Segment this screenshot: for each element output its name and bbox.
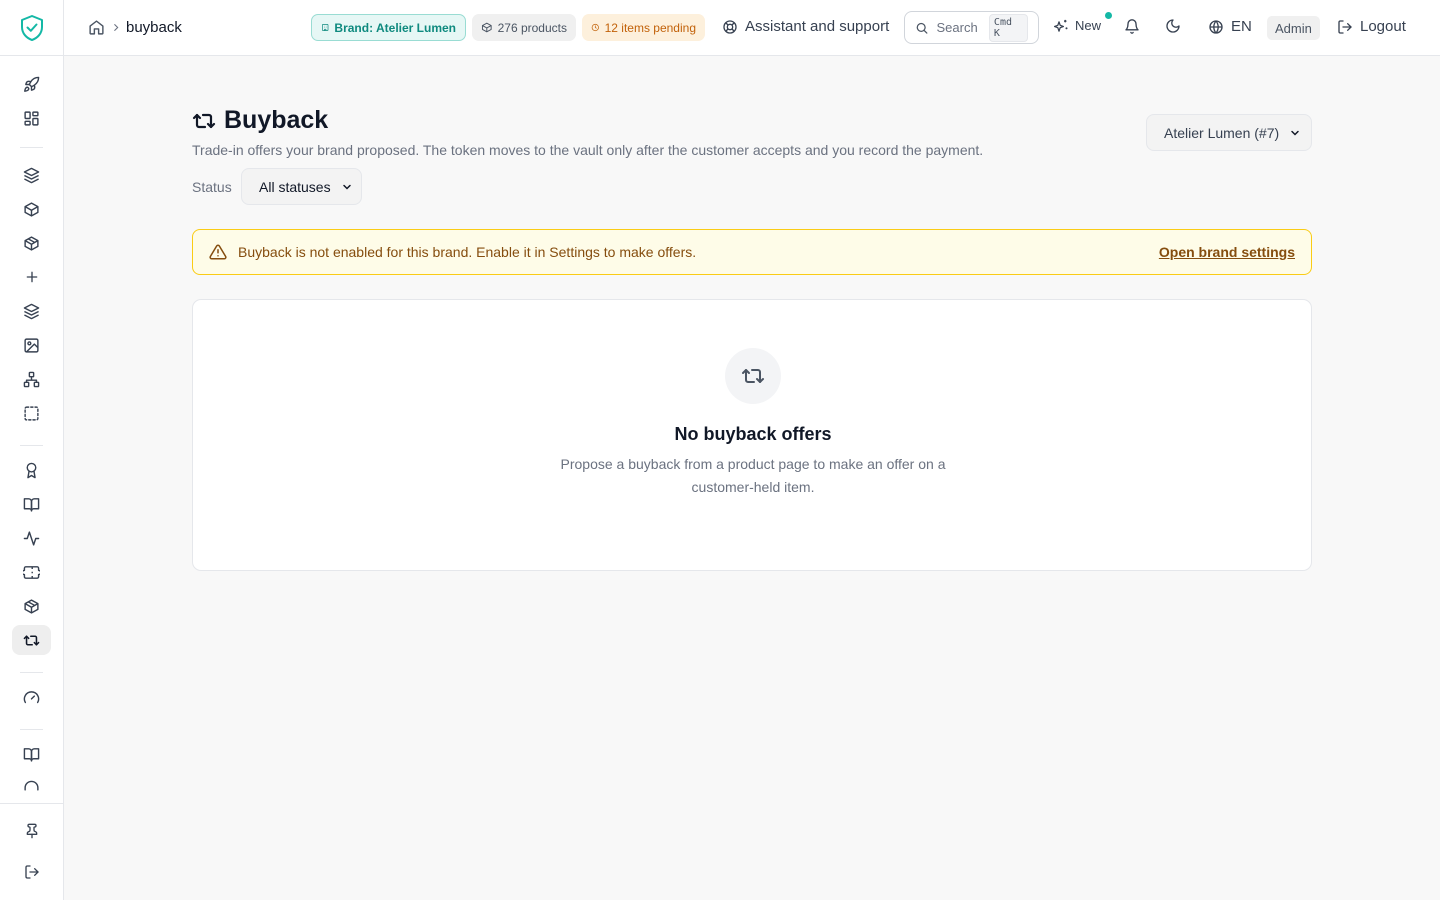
sidebar-item-ticket-icon[interactable]	[12, 557, 51, 587]
pending-chip-label: 12 items pending	[604, 20, 696, 35]
sidebar-logout-icon[interactable]	[12, 857, 51, 887]
page-subtitle: Trade-in offers your brand proposed. The…	[192, 142, 984, 158]
globe-icon	[1209, 19, 1223, 34]
sidebar-item-layers-icon[interactable]	[12, 160, 51, 190]
sidebar-item-dashed-square-icon[interactable]	[12, 398, 51, 428]
breadcrumb-current: buyback	[126, 19, 182, 36]
sidebar-header-divider	[0, 55, 64, 56]
sidebar-item-plus-icon[interactable]	[12, 262, 51, 292]
sidebar-footer-divider	[0, 803, 64, 804]
assistant-support-label: Assistant and support	[745, 18, 890, 35]
sidebar-item-dashboard-icon[interactable]	[12, 103, 51, 133]
empty-state-title: No buyback offers	[674, 424, 832, 444]
sidebar-item-package-icon[interactable]	[12, 228, 51, 258]
sparkles-icon	[1054, 19, 1068, 32]
brand-select-value: Atelier Lumen (#7)	[1164, 124, 1280, 141]
sidebar-item-gauge-icon[interactable]	[12, 682, 51, 712]
status-filter-label: Status	[192, 179, 232, 195]
brand-chip[interactable]: Brand: Atelier Lumen	[311, 14, 466, 41]
brand-chip-label: Brand: Atelier Lumen	[334, 20, 456, 35]
sidebar-pin-icon[interactable]	[12, 816, 51, 846]
home-icon[interactable]	[88, 19, 105, 36]
sidebar-separator	[20, 147, 43, 148]
assistant-support-link[interactable]: Assistant and support	[722, 18, 889, 35]
buyback-disabled-alert: Buyback is not enabled for this brand. E…	[192, 229, 1312, 275]
clock-icon	[591, 23, 599, 32]
page-header: Buyback	[192, 106, 328, 135]
sidebar-item-stack-icon[interactable]	[12, 296, 51, 326]
building-icon	[322, 23, 329, 32]
products-chip[interactable]: 276 products	[472, 14, 576, 41]
brand-select[interactable]: Atelier Lumen (#7)	[1146, 114, 1312, 151]
sidebar-item-support-icon[interactable]	[12, 776, 51, 796]
sidebar-item-rocket-icon[interactable]	[12, 69, 51, 99]
empty-state-card: No buyback offers Propose a buyback from…	[192, 299, 1312, 571]
role-badge: Admin	[1267, 16, 1320, 40]
open-brand-settings-link[interactable]: Open brand settings	[1159, 244, 1295, 260]
search-shortcut: Cmd K	[988, 13, 1028, 42]
sidebar-separator	[20, 729, 43, 730]
empty-state-buyback-icon	[725, 348, 781, 404]
pending-chip[interactable]: 12 items pending	[582, 14, 705, 41]
search-button[interactable]: Search Cmd K	[904, 11, 1039, 44]
sidebar-item-docs-icon[interactable]	[12, 739, 51, 769]
alert-message: Buyback is not enabled for this brand. E…	[238, 244, 697, 260]
shield-check-logo-icon[interactable]	[19, 14, 45, 42]
language-switcher[interactable]: EN	[1208, 18, 1252, 35]
sidebar-item-image-icon[interactable]	[12, 330, 51, 360]
sidebar-item-award-icon[interactable]	[12, 455, 51, 485]
search-icon	[916, 22, 928, 34]
new-indicator-dot	[1105, 12, 1112, 19]
topbar: buyback Brand: Atelier Lumen 276 product…	[64, 0, 1440, 56]
status-filter-value: All statuses	[259, 178, 331, 195]
status-filter-select[interactable]: All statuses	[241, 168, 362, 205]
new-label: New	[1075, 18, 1102, 33]
sidebar-item-box-icon[interactable]	[12, 194, 51, 224]
sidebar-separator	[20, 445, 43, 446]
new-button[interactable]: New	[1054, 12, 1112, 33]
logout-label: Logout	[1360, 18, 1406, 35]
buyback-icon	[192, 113, 216, 128]
bell-icon[interactable]	[1124, 18, 1140, 35]
empty-state-description: Propose a buyback from a product page to…	[560, 456, 946, 495]
sidebar-item-buyback-icon[interactable]	[12, 625, 51, 655]
moon-icon[interactable]	[1165, 18, 1181, 34]
sidebar-item-activity-icon[interactable]	[12, 523, 51, 553]
page-title: Buyback	[224, 106, 329, 134]
life-buoy-icon	[723, 19, 737, 34]
box-icon	[481, 22, 492, 33]
sidebar	[0, 0, 64, 900]
logout-icon	[1338, 19, 1352, 34]
warning-triangle-icon	[209, 244, 227, 260]
sidebar-item-book-open-icon[interactable]	[12, 489, 51, 519]
sidebar-item-network-icon[interactable]	[12, 364, 51, 394]
search-label: Search	[936, 20, 978, 35]
sidebar-item-package-check-icon[interactable]	[12, 591, 51, 621]
products-chip-label: 276 products	[497, 20, 567, 35]
chevron-right-icon	[111, 22, 121, 33]
logout-button[interactable]: Logout	[1337, 18, 1406, 35]
sidebar-separator	[20, 672, 43, 673]
language-label: EN	[1231, 18, 1252, 35]
chevron-down-icon	[1291, 130, 1299, 136]
chevron-down-icon	[343, 184, 351, 190]
